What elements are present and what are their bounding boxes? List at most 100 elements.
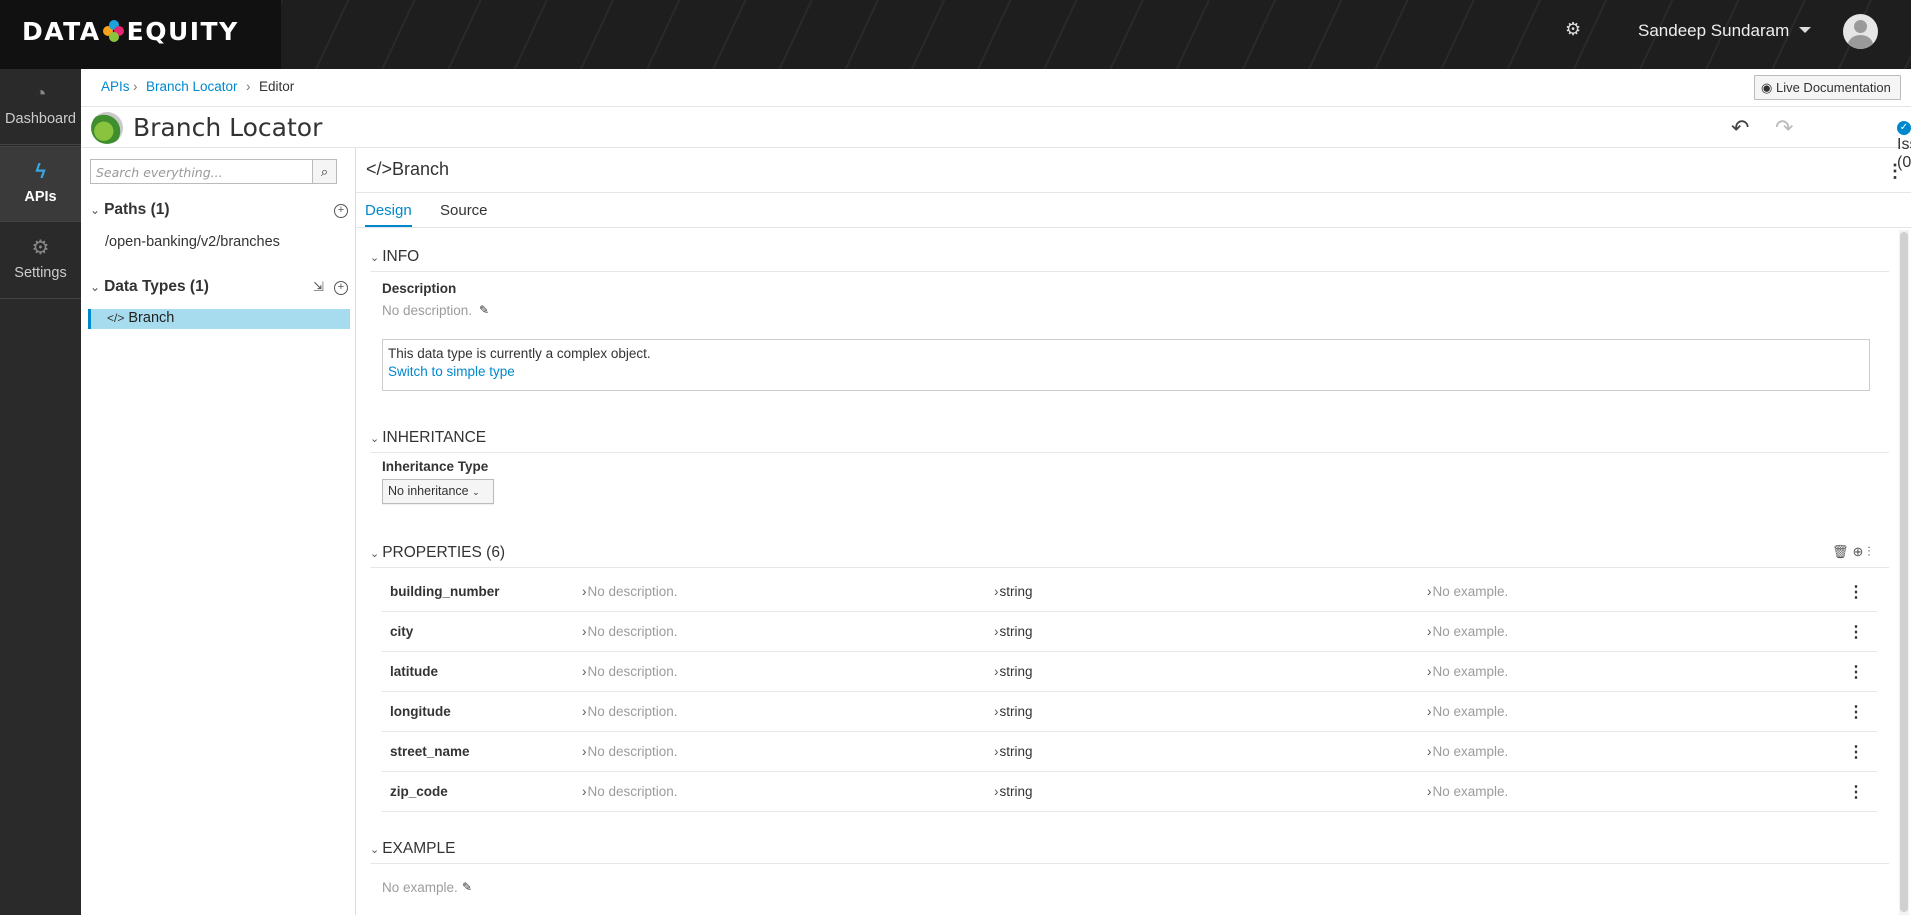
- description-value[interactable]: No description.: [382, 303, 472, 318]
- row-kebab-icon[interactable]: ⋮: [1848, 622, 1864, 642]
- property-type[interactable]: ›string: [994, 784, 1033, 799]
- chevron-down-icon: ⌄: [90, 280, 101, 294]
- property-description[interactable]: ›No description.: [582, 584, 678, 599]
- properties-section-header[interactable]: ⌄ PROPERTIES (6): [370, 544, 1889, 568]
- property-example[interactable]: ›No example.: [1427, 744, 1508, 759]
- example-value[interactable]: No example.: [382, 880, 458, 895]
- breadcrumb-apis[interactable]: APIs: [101, 79, 130, 94]
- property-type[interactable]: ›string: [994, 584, 1033, 599]
- user-menu-caret-icon[interactable]: [1799, 27, 1811, 33]
- breadcrumb-separator: ›: [133, 79, 138, 94]
- table-row[interactable]: latitude ›No description. ›string ›No ex…: [382, 652, 1877, 692]
- row-kebab-icon[interactable]: ⋮: [1848, 582, 1864, 602]
- property-type[interactable]: ›string: [994, 744, 1033, 759]
- property-description[interactable]: ›No description.: [582, 784, 678, 799]
- data-types-header[interactable]: ⌄ Data Types (1): [90, 278, 209, 296]
- breadcrumb-editor: Editor: [259, 79, 295, 94]
- check-circle-icon: ✓: [1897, 121, 1911, 135]
- info-header-label: INFO: [382, 248, 420, 265]
- path-item[interactable]: /open-banking/v2/branches: [105, 234, 280, 250]
- logo-text-right: EQUITY: [126, 16, 239, 46]
- breadcrumb-branch-locator[interactable]: Branch Locator: [146, 79, 238, 94]
- property-description[interactable]: ›No description.: [582, 664, 678, 679]
- property-name[interactable]: longitude: [390, 704, 451, 719]
- example-header-label: EXAMPLE: [382, 840, 456, 857]
- sliders-icon[interactable]: ⫶: [1867, 544, 1874, 559]
- type-actions-kebab-icon[interactable]: ⋮: [1886, 161, 1904, 182]
- table-row[interactable]: city ›No description. ›string ›No exampl…: [382, 612, 1877, 652]
- dashboard-icon: ◔: [34, 83, 47, 105]
- chevron-down-icon: ⌄: [370, 548, 380, 560]
- inheritance-header-label: INHERITANCE: [382, 429, 487, 446]
- data-type-label: Branch: [128, 310, 175, 326]
- top-header: DATA EQUITY ⚙ Sandeep Sundaram: [0, 0, 1911, 69]
- undo-icon[interactable]: ↶: [1731, 115, 1749, 141]
- property-description[interactable]: ›No description.: [582, 744, 678, 759]
- chevron-down-icon: ⌄: [472, 487, 480, 497]
- tab-source[interactable]: Source: [440, 202, 488, 219]
- properties-header-label: PROPERTIES (6): [382, 544, 506, 561]
- inheritance-type-value: No inheritance: [388, 484, 469, 498]
- add-data-type-icon[interactable]: +: [334, 281, 348, 295]
- property-name[interactable]: building_number: [390, 584, 500, 599]
- property-type[interactable]: ›string: [994, 704, 1033, 719]
- property-description[interactable]: ›No description.: [582, 624, 678, 639]
- user-menu-name[interactable]: Sandeep Sundaram: [1638, 21, 1789, 41]
- table-row[interactable]: street_name ›No description. ›string ›No…: [382, 732, 1877, 772]
- logo-text-left: DATA: [22, 16, 101, 46]
- table-row[interactable]: building_number ›No description. ›string…: [382, 572, 1877, 612]
- complex-type-notice: This data type is currently a complex ob…: [382, 339, 1870, 391]
- row-kebab-icon[interactable]: ⋮: [1848, 742, 1864, 762]
- live-documentation-button[interactable]: ◉ Live Documentation: [1754, 75, 1901, 100]
- editor-tabs: Design Source: [356, 192, 1911, 228]
- info-section-header[interactable]: ⌄ INFO: [370, 248, 1889, 272]
- example-section-header[interactable]: ⌄ EXAMPLE: [370, 840, 1889, 864]
- search-input[interactable]: Search everything...: [90, 159, 316, 184]
- property-example[interactable]: ›No example.: [1427, 784, 1508, 799]
- property-name[interactable]: zip_code: [390, 784, 448, 799]
- chevron-down-icon: ⌄: [90, 203, 101, 217]
- add-path-icon[interactable]: +: [334, 204, 348, 218]
- inheritance-type-select[interactable]: No inheritance ⌄: [382, 479, 494, 504]
- row-kebab-icon[interactable]: ⋮: [1848, 782, 1864, 802]
- property-example[interactable]: ›No example.: [1427, 704, 1508, 719]
- property-name[interactable]: city: [390, 624, 413, 639]
- switch-to-simple-type-link[interactable]: Switch to simple type: [388, 364, 1864, 379]
- trash-icon[interactable]: 🗑: [1832, 544, 1853, 559]
- type-heading: </>Branch: [366, 159, 449, 180]
- inheritance-section-header[interactable]: ⌄ INHERITANCE: [370, 429, 1889, 453]
- nav-dashboard[interactable]: ◔ Dashboard: [0, 69, 81, 145]
- property-type[interactable]: ›string: [994, 624, 1033, 639]
- title-bar: Branch Locator ↶ ↷ ✓Issues (0): [81, 107, 1911, 171]
- description-label: Description: [382, 281, 457, 296]
- property-type[interactable]: ›string: [994, 664, 1033, 679]
- nav-settings-label: Settings: [14, 265, 67, 281]
- edit-pencil-icon[interactable]: ✎: [462, 880, 472, 894]
- left-pane: Search everything... ⌕ ⌄ Paths (1) + /ope…: [81, 148, 356, 915]
- data-equity-logo[interactable]: DATA EQUITY: [22, 14, 239, 48]
- nav-settings[interactable]: ⚙ Settings: [0, 223, 81, 299]
- property-name[interactable]: latitude: [390, 664, 438, 679]
- paths-header[interactable]: ⌄ Paths (1): [90, 201, 170, 219]
- table-row[interactable]: zip_code ›No description. ›string ›No ex…: [382, 772, 1877, 812]
- property-example[interactable]: ›No example.: [1427, 664, 1508, 679]
- scrollbar[interactable]: [1899, 230, 1909, 915]
- property-example[interactable]: ›No example.: [1427, 584, 1508, 599]
- property-name[interactable]: street_name: [390, 744, 470, 759]
- add-property-icon[interactable]: ⊕: [1853, 544, 1868, 559]
- edit-pencil-icon[interactable]: ✎: [479, 303, 489, 317]
- import-type-icon[interactable]: ⇲: [313, 279, 324, 295]
- settings-gear-icon[interactable]: ⚙: [1565, 20, 1583, 38]
- tab-design[interactable]: Design: [365, 202, 412, 227]
- data-type-item-branch[interactable]: </> Branch: [88, 309, 350, 329]
- row-kebab-icon[interactable]: ⋮: [1848, 702, 1864, 722]
- nav-apis[interactable]: ϟ APIs: [0, 146, 81, 222]
- search-icon[interactable]: ⌕: [312, 159, 337, 184]
- table-row[interactable]: longitude ›No description. ›string ›No e…: [382, 692, 1877, 732]
- api-icon: [91, 112, 123, 144]
- property-description[interactable]: ›No description.: [582, 704, 678, 719]
- redo-icon[interactable]: ↷: [1775, 115, 1793, 141]
- user-avatar[interactable]: [1843, 14, 1878, 49]
- row-kebab-icon[interactable]: ⋮: [1848, 662, 1864, 682]
- property-example[interactable]: ›No example.: [1427, 624, 1508, 639]
